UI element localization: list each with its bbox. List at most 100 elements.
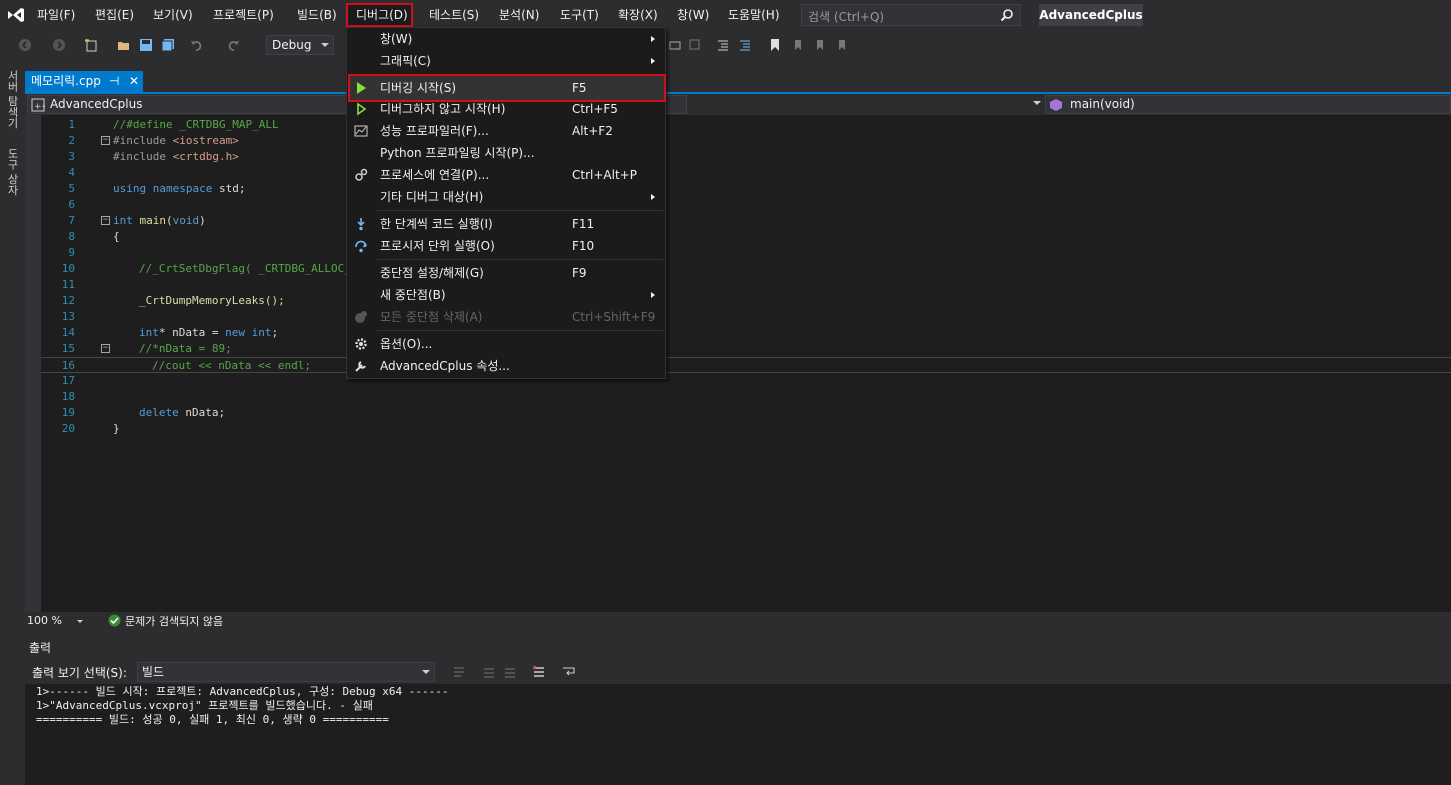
next-message-icon[interactable] [503,665,517,679]
debug-menu-project-properties[interactable]: AdvancedCplus 속성... [347,355,665,377]
delete-breakpoints-icon [355,311,367,323]
close-icon[interactable]: ✕ [129,71,139,92]
output-line: ========== 빌드: 성공 0, 실패 1, 최신 0, 생략 0 ==… [36,713,389,726]
search-input[interactable]: 검색 (Ctrl+Q) [801,4,1021,26]
navigate-forward-icon[interactable] [52,38,66,52]
line-number: 9 [68,246,75,259]
chevron-down-icon[interactable] [1033,101,1041,105]
zoom-dropdown[interactable]: 100 % [27,613,87,629]
new-project-icon[interactable] [84,38,98,52]
outdent-icon[interactable] [716,38,730,52]
code-text: _CrtDumpMemoryLeaks(); [139,294,285,307]
debug-menu-start-without-debugging[interactable]: 디버그하지 않고 시작(H) Ctrl+F5 [347,98,665,120]
debug-menu-start-debugging[interactable]: 디버깅 시작(S) F5 [347,77,665,99]
menu-extensions[interactable]: 확장(X) [618,6,658,24]
toolbox-tab[interactable]: 도구 상자 [4,148,20,196]
menu-help[interactable]: 도움말(H) [728,6,780,24]
save-all-icon[interactable] [161,38,175,52]
submenu-arrow-icon [651,36,655,42]
issues-status[interactable]: 문제가 검색되지 않음 [125,613,223,629]
output-toolbar: 출력 보기 선택(S): 빌드 [25,660,1451,684]
debug-menu-step-over[interactable]: 프로시저 단위 실행(O) F10 [347,235,665,257]
code-text: std; [212,182,246,195]
document-tab[interactable]: 메모리릭.cpp ⊣ ✕ [25,71,143,92]
code-line: 12 _CrtDumpMemoryLeaks(); [25,293,1451,309]
code-editor[interactable]: 1//#define _CRTDBG_MAP_ALL 2− #include <i… [25,115,1451,612]
menu-window[interactable]: 창(W) [677,6,709,24]
save-icon[interactable] [139,38,153,52]
menu-item-label: 옵션(O)... [380,337,433,351]
navigate-back-icon[interactable] [18,38,32,52]
menu-tools[interactable]: 도구(T) [560,6,599,24]
indent-icon[interactable] [738,38,752,52]
uncomment-icon[interactable] [688,38,702,52]
prev-message-icon[interactable] [482,665,496,679]
debug-menu-performance-profiler[interactable]: 성능 프로파일러(F)... Alt+F2 [347,120,665,142]
menu-file[interactable]: 파일(F) [37,6,75,24]
debug-menu-other-targets[interactable]: 기타 디버그 대상(H) [347,186,665,208]
menu-analyze[interactable]: 분석(N) [499,6,539,24]
menu-debug[interactable]: 디버그(D) [356,6,408,24]
debug-menu-python-profiling[interactable]: Python 프로파일링 시작(P)... [347,142,665,164]
menu-separator [377,330,663,331]
editor-status-bar: 100 % 문제가 검색되지 않음 [25,612,1451,630]
find-message-icon[interactable] [452,665,466,679]
word-wrap-icon[interactable] [562,665,576,679]
open-file-icon[interactable] [117,38,131,52]
member-dropdown[interactable]: main(void) [1045,95,1451,114]
debug-menu-window[interactable]: 창(W) [347,28,665,50]
menu-item-label: Python 프로파일링 시작(P)... [380,146,535,160]
collapse-icon[interactable]: − [101,136,110,145]
debug-menu-step-into[interactable]: 한 단계씩 코드 실행(I) F11 [347,213,665,235]
menu-item-shortcut: Ctrl+Shift+F9 [572,310,656,324]
prev-bookmark-icon[interactable] [791,38,805,52]
debug-menu-options[interactable]: 옵션(O)... [347,333,665,355]
line-number: 19 [61,406,75,419]
line-number: 15 [61,342,75,355]
debug-menu-new-breakpoint[interactable]: 새 중단점(B) [347,284,665,306]
menu-item-shortcut: Alt+F2 [572,124,613,138]
member-label: main(void) [1070,97,1135,111]
code-line: 18 [25,389,1451,405]
visual-studio-logo-icon[interactable] [5,4,27,26]
code-line: 14 int* nData = new int; [25,325,1451,341]
output-source-dropdown[interactable]: 빌드 [137,662,435,682]
include-path: <iostream> [172,134,239,147]
collapse-icon[interactable]: − [101,344,110,353]
clear-bookmarks-icon[interactable] [835,38,849,52]
menu-view[interactable]: 보기(V) [153,6,193,24]
comment-icon[interactable] [668,38,682,52]
menu-project[interactable]: 프로젝트(P) [213,6,274,24]
debug-menu-graphics[interactable]: 그래픽(C) [347,50,665,72]
undo-icon[interactable] [190,38,204,52]
menu-test[interactable]: 테스트(S) [429,6,479,24]
menu-build[interactable]: 빌드(B) [297,6,337,24]
clear-all-icon[interactable] [532,665,546,679]
preprocessor: #include [113,134,173,147]
solution-config-dropdown[interactable]: Debug [266,35,334,55]
menu-item-shortcut: F11 [572,217,595,231]
code-line: 8{ [25,229,1451,245]
next-bookmark-icon[interactable] [813,38,827,52]
output-line: 1>"AdvancedCplus.vcxproj" 프로젝트를 빌드했습니다. … [36,699,373,712]
include-path: <crtdbg.h> [172,150,239,163]
code-line: 3 #include <crtdbg.h> [25,149,1451,165]
line-number: 14 [61,326,75,339]
output-text-area[interactable]: 1>------ 빌드 시작: 프로젝트: AdvancedCplus, 구성:… [25,684,1451,785]
collapse-icon[interactable]: − [101,216,110,225]
bookmark-icon[interactable] [768,38,782,52]
chevron-down-icon [422,670,430,674]
debug-menu-toggle-breakpoint[interactable]: 중단점 설정/해제(G) F9 [347,262,665,284]
pin-icon[interactable]: ⊣ [109,71,119,92]
preprocessor: #include [113,150,173,163]
debug-menu-attach-to-process[interactable]: 프로세스에 연결(P)... Ctrl+Alt+P [347,164,665,186]
redo-icon[interactable] [226,38,240,52]
code-text: //cout << nData << endl; [152,359,311,372]
menu-item-label: 창(W) [380,32,413,46]
output-source-value: 빌드 [142,665,165,679]
menu-edit[interactable]: 편집(E) [95,6,134,24]
menu-item-label: 한 단계씩 코드 실행(I) [380,217,493,231]
output-panel-title: 출력 [25,638,1451,658]
server-explorer-tab[interactable]: 서버 탐색기 [4,70,20,129]
output-line: 1>------ 빌드 시작: 프로젝트: AdvancedCplus, 구성:… [36,685,449,698]
